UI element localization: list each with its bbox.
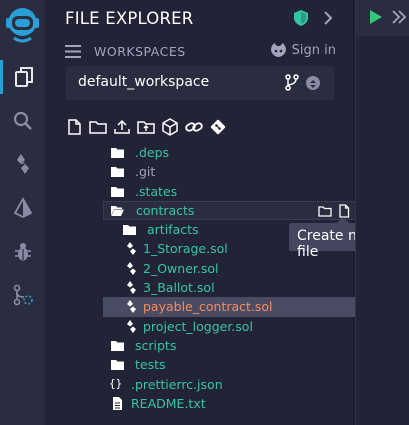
folder-open-icon: [111, 205, 124, 216]
tree-label: 3_Ballot.sol: [143, 280, 215, 296]
workspace-select[interactable]: default_workspace: [66, 66, 334, 100]
tree-label: scripts: [135, 337, 177, 353]
new-folder-icon[interactable]: [318, 204, 332, 218]
deploy-run-icon: [13, 197, 32, 219]
upload-file-icon: [114, 119, 130, 134]
hamburger-menu-icon[interactable]: [65, 45, 81, 58]
solidity-file-icon: [127, 261, 136, 275]
solidity-file-icon: [127, 242, 136, 256]
tree-row-scripts[interactable]: scripts: [45, 336, 353, 355]
tree-label: payable_contract.sol: [143, 299, 273, 315]
link-button[interactable]: [185, 118, 203, 136]
rail-debugger[interactable]: [0, 235, 45, 269]
sign-in-label: Sign in: [291, 43, 336, 58]
file-explorer-icon: [15, 67, 33, 87]
editor-topbar: [356, 0, 409, 36]
run-icon[interactable]: [370, 10, 382, 24]
tree-label: project_logger.sol: [143, 318, 253, 334]
tree-row-contracts[interactable]: contracts: [103, 200, 396, 221]
folder-icon: [111, 148, 124, 158]
select-updown-icon[interactable]: [306, 76, 320, 90]
solidity-file-icon: [127, 300, 136, 314]
workspaces-header: WORKSPACES Sign in: [65, 43, 337, 61]
tree-label: artifacts: [147, 222, 199, 238]
json-file-icon: {}: [109, 376, 123, 390]
tree-row-payable-contract[interactable]: payable_contract.sol 2: [103, 297, 396, 317]
file-explorer-panel: FILE EXPLORER WORKSPACES Sign in default…: [45, 0, 397, 425]
git-init-button[interactable]: [209, 118, 227, 136]
solidity-file-icon: [127, 281, 136, 295]
folder-icon: [111, 360, 124, 371]
git-icon: [13, 284, 33, 306]
rail-deploy-run[interactable]: [0, 191, 45, 225]
tree-row-3-ballot[interactable]: 3_Ballot.sol: [45, 278, 353, 297]
workspace-select-value: default_workspace: [78, 74, 210, 90]
tree-label: .git: [135, 164, 156, 180]
upload-folder-icon: [137, 121, 155, 134]
rail-solidity-compiler[interactable]: [0, 147, 45, 181]
text-file-icon: [113, 396, 122, 410]
panel-title: FILE EXPLORER: [65, 9, 194, 28]
tree-row-readme[interactable]: README.txt: [45, 394, 353, 413]
sign-in-button[interactable]: Sign in: [270, 43, 336, 58]
upload-file-button[interactable]: [113, 118, 131, 136]
explorer-toolbar: [65, 118, 227, 136]
shield-icon[interactable]: [294, 10, 308, 26]
double-chevron-right-icon[interactable]: [391, 10, 407, 24]
rail-git[interactable]: [0, 278, 45, 312]
remix-ide: FILE EXPLORER WORKSPACES Sign in default…: [0, 0, 409, 425]
solidity-file-icon: [127, 319, 136, 333]
new-folder-icon: [89, 121, 107, 134]
tree-label: .states: [135, 183, 178, 199]
tree-row-deps[interactable]: .deps: [45, 143, 353, 162]
new-file-icon: [68, 119, 81, 135]
tree-label: 1_Storage.sol: [143, 241, 228, 257]
tree-label: 2_Owner.sol: [143, 260, 219, 276]
publish-gist-button[interactable]: [161, 118, 179, 136]
tree-row-prettierrc[interactable]: {} .prettierrc.json: [45, 375, 353, 394]
folder-icon: [123, 225, 136, 236]
tree-label: tests: [135, 357, 166, 373]
publish-gist-icon: [162, 118, 178, 136]
new-folder-button[interactable]: [89, 118, 107, 136]
debugger-icon: [14, 243, 31, 261]
icon-rail: [0, 0, 45, 425]
rail-search[interactable]: [0, 104, 45, 138]
chevron-right-icon[interactable]: [322, 10, 334, 26]
upload-folder-button[interactable]: [137, 118, 155, 136]
tree-label: contracts: [136, 202, 195, 218]
search-icon: [13, 111, 32, 130]
github-icon: [270, 43, 286, 57]
file-tree: .deps .git .states contracts artifacts 1…: [45, 143, 396, 413]
folder-icon: [111, 340, 124, 351]
tree-row-states[interactable]: .states: [45, 182, 353, 201]
editor-area: 1: [355, 0, 409, 425]
tree-row-tests[interactable]: tests: [45, 355, 353, 374]
remix-logo-icon[interactable]: [4, 2, 41, 46]
tree-label: README.txt: [131, 395, 206, 411]
tree-row-project-logger[interactable]: project_logger.sol: [45, 317, 353, 336]
tree-label: .deps: [135, 145, 170, 160]
tree-row-git[interactable]: .git: [45, 162, 353, 181]
new-file-icon[interactable]: [337, 204, 351, 218]
tree-label: .prettierrc.json: [131, 376, 223, 392]
folder-icon: [111, 186, 124, 197]
solidity-compiler-icon: [16, 154, 29, 174]
link-icon: [185, 122, 203, 132]
new-file-button[interactable]: [65, 118, 83, 136]
folder-icon: [111, 167, 124, 178]
workspaces-label: WORKSPACES: [94, 44, 186, 59]
git-branch-icon[interactable]: [285, 74, 299, 91]
git-init-icon: [210, 119, 226, 135]
rail-file-explorer[interactable]: [0, 60, 45, 94]
tree-row-2-owner[interactable]: 2_Owner.sol: [45, 259, 353, 278]
